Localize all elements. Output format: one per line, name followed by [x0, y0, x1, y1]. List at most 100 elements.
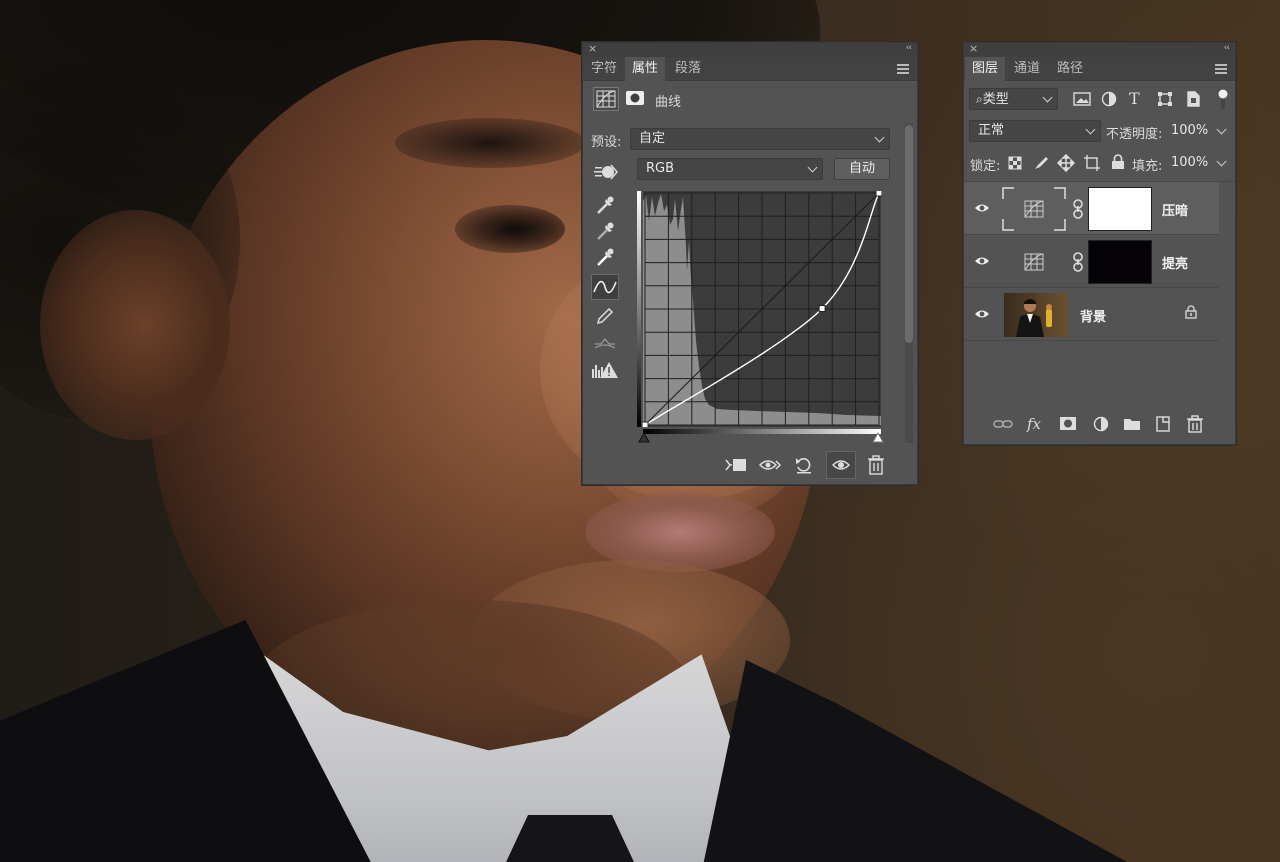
- preset-dropdown[interactable]: 自定: [630, 128, 890, 150]
- opacity-field[interactable]: 100%: [1166, 120, 1232, 142]
- chain-link-icon[interactable]: [1072, 199, 1084, 219]
- photo-suit-right: [700, 660, 1160, 862]
- eye-icon[interactable]: [974, 253, 990, 269]
- curve-control-point[interactable]: [875, 189, 883, 197]
- layer-mask-thumbnail-black[interactable]: [1088, 240, 1152, 284]
- close-icon[interactable]: ×: [969, 42, 978, 55]
- portrait-thumbnail-image: [1016, 299, 1052, 337]
- fill-field[interactable]: 100%: [1166, 152, 1232, 174]
- chevron-down-icon: [1216, 156, 1227, 167]
- clipping-warning-icon[interactable]: [591, 359, 619, 381]
- blend-mode-value: 正常: [978, 123, 1005, 138]
- layer-name[interactable]: 提亮: [1162, 253, 1188, 272]
- fill-label: 填充:: [1132, 159, 1163, 174]
- filter-shape-icon[interactable]: [1157, 91, 1173, 107]
- adjustment-thumbnail[interactable]: [1002, 187, 1066, 231]
- eyedropper-black-icon[interactable]: [593, 193, 617, 217]
- link-layers-icon[interactable]: [993, 415, 1013, 433]
- filter-adjustment-icon[interactable]: [1101, 91, 1117, 107]
- tab-paths[interactable]: 路径: [1050, 57, 1090, 81]
- properties-scrollbar-thumb[interactable]: [905, 125, 913, 343]
- curve-control-point[interactable]: [641, 421, 649, 429]
- photo-eye: [455, 205, 565, 253]
- fill-value: 100%: [1171, 155, 1209, 170]
- layer-row-brighten[interactable]: 提亮: [964, 235, 1219, 288]
- filter-smart-object-icon[interactable]: [1185, 91, 1201, 107]
- curve-control-point[interactable]: [818, 305, 826, 313]
- view-previous-state-icon[interactable]: [758, 455, 782, 475]
- toggle-visibility-icon[interactable]: [826, 451, 856, 479]
- new-layer-icon[interactable]: [1153, 415, 1173, 433]
- tab-character[interactable]: 字符: [584, 57, 624, 81]
- chevron-down-icon: [1042, 92, 1053, 103]
- curve-graph[interactable]: [637, 189, 883, 429]
- chevron-down-icon: [1216, 124, 1227, 135]
- tab-layers[interactable]: 图层: [965, 57, 1006, 82]
- tab-properties[interactable]: 属性: [625, 57, 666, 82]
- input-gradient-strip: [643, 429, 881, 434]
- trash-icon[interactable]: [866, 454, 886, 476]
- eyedropper-gray-icon[interactable]: [593, 219, 617, 243]
- new-group-folder-icon[interactable]: [1122, 415, 1142, 433]
- eye-icon[interactable]: [974, 306, 990, 322]
- lock-transparent-pixels-icon[interactable]: [1008, 156, 1022, 170]
- panel-menu-icon[interactable]: [1215, 64, 1227, 74]
- filter-kind-dropdown[interactable]: ⌕类型: [969, 88, 1058, 110]
- layer-name[interactable]: 压暗: [1162, 200, 1188, 219]
- target-adjustment-hand-icon[interactable]: [593, 161, 619, 183]
- auto-button[interactable]: 自动: [834, 158, 890, 180]
- chain-link-icon[interactable]: [1072, 252, 1084, 272]
- lock-position-icon[interactable]: [1056, 153, 1076, 173]
- blend-mode-dropdown[interactable]: 正常: [969, 120, 1101, 142]
- filter-toggle-icon[interactable]: [1218, 87, 1228, 111]
- chevron-down-icon: [874, 132, 885, 143]
- delete-layer-trash-icon[interactable]: [1185, 415, 1205, 433]
- filter-pixel-icon[interactable]: [1073, 91, 1091, 107]
- filter-type-icon[interactable]: T: [1129, 90, 1145, 108]
- new-adjustment-layer-icon[interactable]: [1091, 415, 1111, 433]
- background-layer-thumbnail[interactable]: [1004, 293, 1068, 337]
- black-point-slider-icon[interactable]: [638, 431, 650, 443]
- output-gradient-strip: [637, 191, 641, 427]
- adjustment-thumbnail[interactable]: [1002, 240, 1066, 284]
- eyedropper-white-icon[interactable]: [593, 245, 617, 269]
- curves-layer-icon: [1024, 253, 1044, 271]
- white-point-slider-icon[interactable]: [872, 431, 884, 443]
- lock-image-pixels-icon[interactable]: [1033, 155, 1049, 171]
- collapse-icon[interactable]: ‹‹: [1224, 43, 1230, 53]
- tab-paragraph[interactable]: 段落: [668, 57, 708, 81]
- reset-icon[interactable]: [793, 455, 815, 475]
- adjustment-title: 曲线: [655, 95, 682, 110]
- close-icon[interactable]: ×: [588, 42, 597, 55]
- filter-kind-value: 类型: [982, 92, 1009, 107]
- layer-list: 压暗 提亮 背景: [964, 181, 1235, 405]
- layer-row-darken[interactable]: 压暗: [964, 182, 1219, 235]
- curves-layer-icon: [1002, 187, 1066, 231]
- layer-row-background[interactable]: 背景: [964, 288, 1219, 341]
- lock-artboard-icon[interactable]: [1083, 154, 1101, 172]
- opacity-label: 不透明度:: [1106, 127, 1163, 142]
- panel-menu-icon[interactable]: [897, 64, 909, 74]
- collapse-icon[interactable]: ‹‹: [906, 43, 912, 53]
- channel-dropdown[interactable]: RGB: [637, 158, 823, 180]
- curve-point-tool-icon[interactable]: [591, 274, 619, 300]
- photo-ear: [40, 210, 230, 440]
- curves-adjustment-icon[interactable]: [593, 87, 619, 111]
- photo-eyebrow: [395, 118, 585, 168]
- preset-value: 自定: [639, 131, 666, 146]
- fx-icon[interactable]: fx: [1027, 415, 1047, 433]
- layer-mask-icon[interactable]: [625, 89, 645, 107]
- eye-icon[interactable]: [974, 200, 990, 216]
- panel-titlebar: × ‹‹: [964, 42, 1235, 57]
- pencil-icon[interactable]: [593, 304, 617, 328]
- tab-channels[interactable]: 通道: [1007, 57, 1047, 81]
- clip-to-layer-icon[interactable]: [724, 455, 748, 475]
- add-mask-icon[interactable]: [1058, 415, 1078, 433]
- layer-mask-thumbnail-white[interactable]: [1088, 187, 1152, 231]
- smooth-curve-icon[interactable]: [593, 331, 617, 355]
- lock-all-icon[interactable]: [1111, 154, 1125, 170]
- layer-name[interactable]: 背景: [1080, 306, 1106, 325]
- curve-graph-svg[interactable]: [637, 189, 883, 429]
- chevron-down-icon: [807, 162, 818, 173]
- channel-value: RGB: [646, 161, 675, 176]
